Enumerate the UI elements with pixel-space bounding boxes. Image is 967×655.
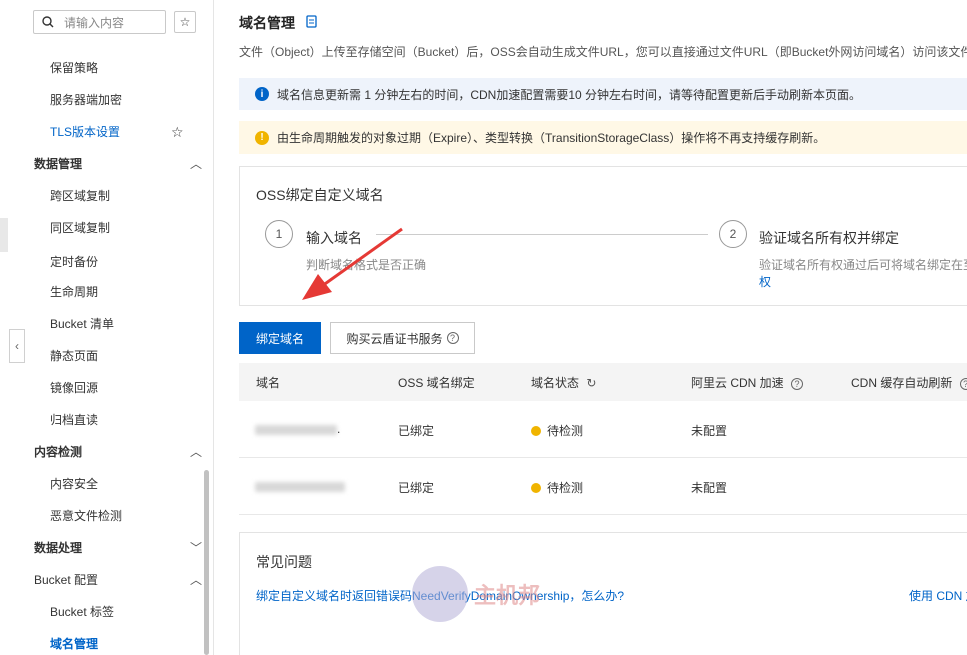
step-1-subtitle: 判断域名格式是否正确	[306, 258, 427, 272]
sidebar-item-inventory[interactable]: Bucket 清单	[50, 314, 114, 334]
step-2-subtitle: 验证域名所有权通过后可将域名绑定在至	[759, 258, 967, 272]
bind-domain-button[interactable]: 绑定域名	[239, 322, 321, 354]
column-header-cdn: 阿里云 CDN 加速 ?	[691, 374, 804, 391]
bind-status: 已绑定	[398, 424, 435, 438]
column-header-status-label: 域名状态	[531, 376, 580, 390]
chevron-left-icon: ‹	[15, 339, 19, 353]
chevron-up-icon: ︿	[189, 573, 202, 587]
bind-domain-steps-card: OSS绑定自定义域名 1 输入域名 判断域名格式是否正确 2 验证域名所有权并绑…	[239, 166, 967, 306]
cdn-config-link[interactable]: 未配置	[691, 422, 727, 439]
refresh-icon[interactable]: ↻	[586, 376, 596, 390]
sidebar: 请输入内容 ☆ 保留策略 服务器端加密 TLS版本设置 ☆ 数据管理 ︿ 跨区域…	[0, 0, 214, 655]
help-icon: ?	[446, 332, 459, 344]
favorite-star-button[interactable]: ☆	[174, 11, 196, 33]
sidebar-item-encryption[interactable]: 服务器端加密	[50, 90, 122, 110]
faq-card: 常见问题 绑定自定义域名时返回错误码NeedVerifyDomainOwners…	[239, 532, 967, 655]
document-icon[interactable]	[306, 15, 317, 31]
sidebar-group-data-processing[interactable]: 数据处理 ﹀	[34, 538, 204, 558]
step-2-title: 验证域名所有权并绑定	[759, 230, 899, 246]
domain-status: 待检测	[531, 422, 583, 439]
pending-status-icon	[531, 483, 541, 493]
step-connector	[376, 234, 708, 235]
redacted-domain	[255, 482, 345, 492]
domain-status: 待检测	[531, 479, 583, 496]
column-header-domain: 域名	[256, 376, 281, 390]
buy-certificate-label: 购买云盾证书服务	[346, 331, 443, 346]
page-title: 域名管理	[239, 15, 295, 31]
sidebar-item-domain[interactable]: 域名管理	[50, 634, 98, 654]
star-icon: ☆	[179, 15, 191, 29]
help-icon[interactable]: ?	[791, 378, 804, 390]
table-header: 域名 OSS 域名绑定 域名状态 ↻ 阿里云 CDN 加速 ? CDN 缓存自动…	[239, 363, 967, 401]
step-1-number: 1	[265, 220, 293, 248]
help-icon[interactable]: ?	[959, 378, 967, 390]
sidebar-group-label: Bucket 配置	[34, 573, 99, 587]
faq-title: 常见问题	[256, 554, 312, 570]
sidebar-item-cross-region[interactable]: 跨区域复制	[50, 186, 110, 206]
search-placeholder: 请输入内容	[64, 15, 125, 30]
sidebar-collapse-button[interactable]: ‹	[9, 329, 25, 363]
sidebar-edge-marker	[0, 218, 8, 252]
sidebar-item-mirror[interactable]: 镜像回源	[50, 378, 98, 398]
step-1-title: 输入域名	[306, 230, 362, 246]
domain-suffix: .	[337, 422, 341, 436]
column-header-cdn-label: 阿里云 CDN 加速	[691, 376, 784, 390]
chevron-up-icon: ︿	[189, 445, 202, 459]
sidebar-group-data-management[interactable]: 数据管理 ︿	[34, 154, 204, 174]
sidebar-group-label: 内容检测	[34, 445, 83, 459]
sidebar-scrollbar[interactable]	[204, 470, 209, 655]
chevron-down-icon: ﹀	[189, 541, 202, 555]
sidebar-item-malware[interactable]: 恶意文件检测	[50, 506, 122, 526]
domain-status-label: 待检测	[547, 424, 584, 438]
warning-icon: !	[255, 130, 269, 145]
sidebar-item-static-page[interactable]: 静态页面	[50, 346, 98, 366]
watermark-logo: 主机邦	[412, 566, 562, 626]
step-2-number: 2	[719, 220, 747, 248]
sidebar-item-backup[interactable]: 定时备份	[50, 252, 98, 272]
sidebar-item-lifecycle[interactable]: 生命周期	[50, 282, 98, 302]
star-icon[interactable]: ☆	[171, 122, 184, 142]
sidebar-group-bucket-config[interactable]: Bucket 配置 ︿	[34, 570, 204, 590]
sidebar-item-bucket-tags[interactable]: Bucket 标签	[50, 602, 114, 622]
sidebar-item-tls[interactable]: TLS版本设置	[50, 122, 120, 142]
column-header-cdn-refresh: CDN 缓存自动刷新 ?	[851, 374, 967, 391]
main-content: 域名管理 文件（Object）上传至存储空间（Bucket）后，OSS会自动生成…	[239, 0, 967, 655]
page-description: 文件（Object）上传至存储空间（Bucket）后，OSS会自动生成文件URL…	[239, 45, 967, 59]
info-alert: i 域名信息更新需 1 分钟左右的时间，CDN加速配置需要10 分钟左右时间，请…	[239, 78, 967, 110]
column-header-status: 域名状态 ↻	[531, 374, 596, 391]
domain-status-label: 待检测	[547, 481, 584, 495]
sidebar-item-content-security[interactable]: 内容安全	[50, 474, 98, 494]
cdn-config-link[interactable]: 未配置	[691, 479, 727, 496]
sidebar-item-retention[interactable]: 保留策略	[50, 58, 98, 78]
sidebar-group-content-detection[interactable]: 内容检测 ︿	[34, 442, 204, 462]
search-icon	[42, 16, 54, 28]
table-row: 已绑定 待检测 未配置	[239, 458, 967, 515]
card-title: OSS绑定自定义域名	[256, 187, 384, 203]
warning-alert: ! 由生命周期触发的对象过期（Expire）、类型转换（TransitionSt…	[239, 121, 967, 154]
bind-status: 已绑定	[398, 481, 435, 495]
step-2-subtitle-link[interactable]: 权	[759, 273, 771, 290]
column-header-oss-bind: OSS 域名绑定	[398, 376, 475, 390]
table-row: . 已绑定 待检测 未配置	[239, 401, 967, 458]
redacted-domain	[255, 425, 337, 435]
column-header-cdn-refresh-label: CDN 缓存自动刷新	[851, 376, 953, 390]
sidebar-search-row: 请输入内容 ☆	[33, 10, 196, 34]
search-input[interactable]: 请输入内容	[33, 10, 166, 34]
watermark-text: 主机邦	[474, 583, 541, 608]
chevron-up-icon: ︿	[189, 157, 202, 171]
watermark-circle-icon	[412, 566, 468, 622]
sidebar-item-same-region[interactable]: 同区域复制	[50, 218, 110, 238]
info-alert-text: 域名信息更新需 1 分钟左右的时间，CDN加速配置需要10 分钟左右时间，请等待…	[277, 87, 862, 102]
pending-status-icon	[531, 426, 541, 436]
sidebar-item-archive[interactable]: 归档直读	[50, 410, 98, 430]
sidebar-group-label: 数据处理	[34, 541, 83, 555]
info-icon: i	[255, 87, 269, 101]
buy-certificate-button[interactable]: 购买云盾证书服务 ?	[330, 322, 475, 354]
sidebar-group-label: 数据管理	[34, 157, 83, 171]
faq-link-cdn[interactable]: 使用 CDN 加	[909, 587, 967, 604]
warning-alert-text: 由生命周期触发的对象过期（Expire）、类型转换（TransitionStor…	[277, 131, 826, 145]
